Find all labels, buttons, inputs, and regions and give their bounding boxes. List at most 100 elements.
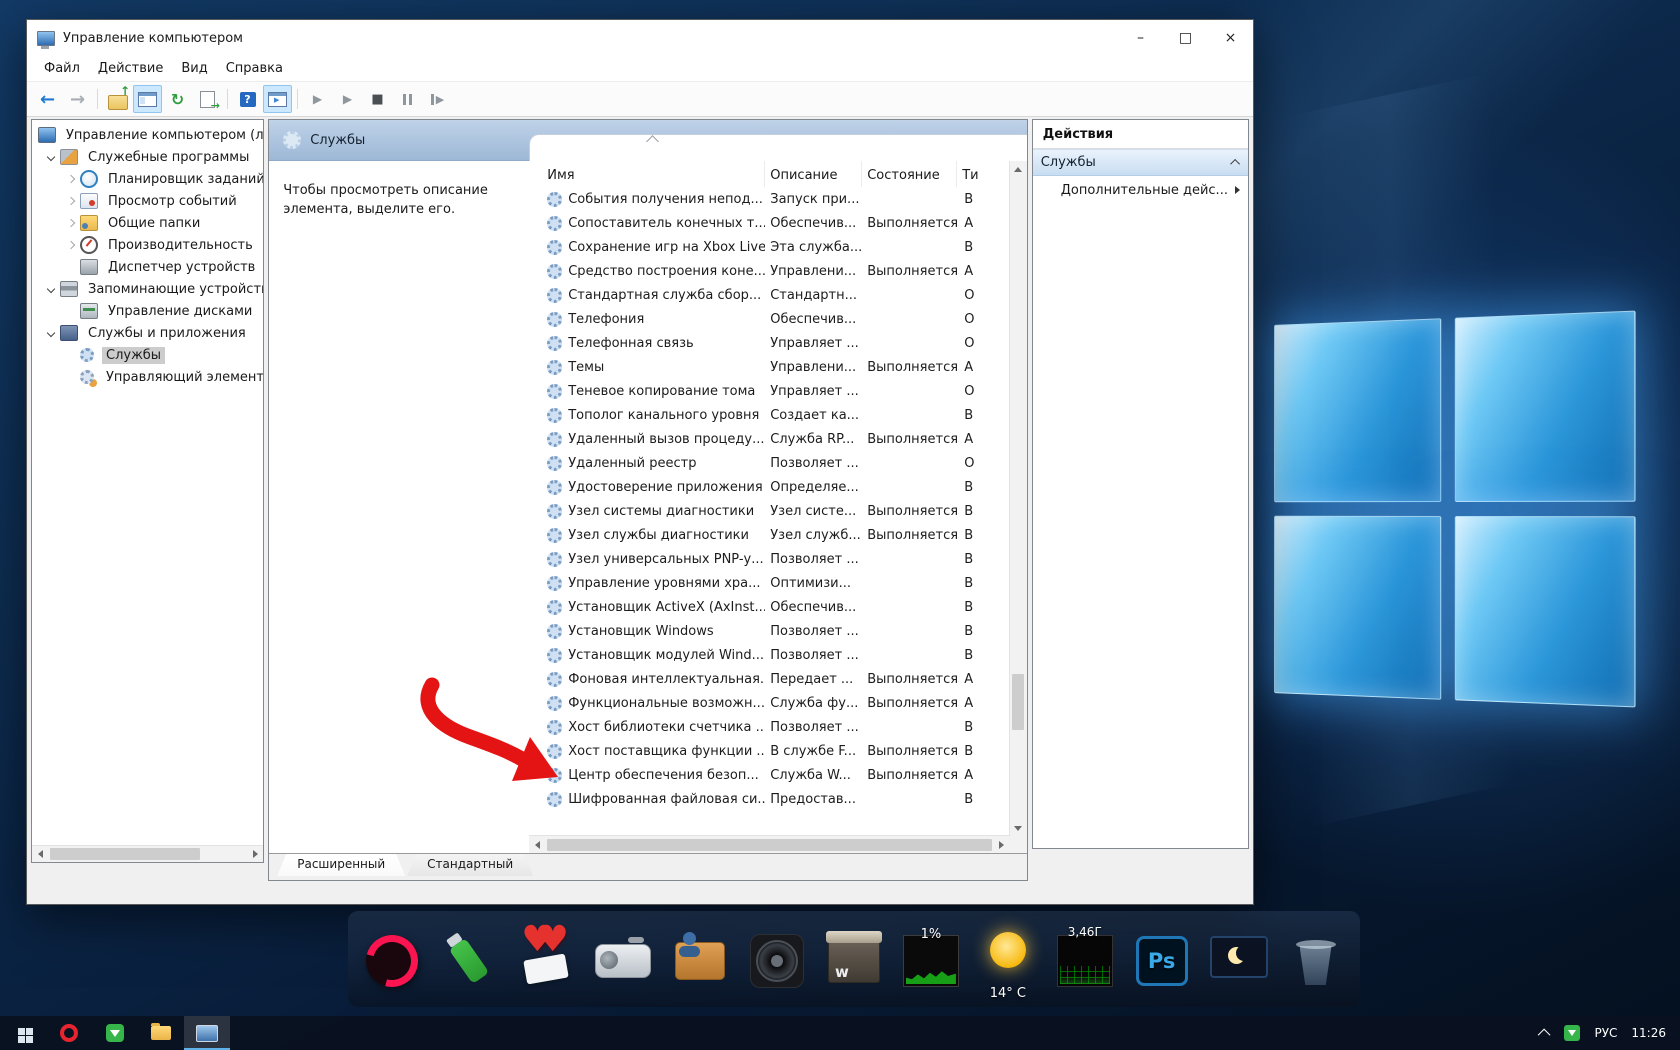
scroll-up-icon[interactable]	[1010, 161, 1026, 177]
clock[interactable]: 11:26	[1631, 1026, 1666, 1040]
expander-icon[interactable]	[62, 171, 80, 187]
stop-service-icon[interactable]	[363, 85, 392, 113]
service-row[interactable]: Удаленный вызов процеду... Служба RP... …	[529, 427, 1009, 451]
expander-icon[interactable]	[62, 303, 80, 319]
weather-dock-icon[interactable]: 14° C	[973, 915, 1043, 1007]
service-row[interactable]: Установщик ActiveX (AxInst... Обеспечив.…	[529, 595, 1009, 619]
service-row[interactable]: Функциональные возможн... Служба фу... В…	[529, 691, 1009, 715]
scroll-right-icon[interactable]	[994, 837, 1010, 853]
expander-icon[interactable]	[62, 259, 80, 275]
service-row[interactable]: Телефония Обеспечив... О	[529, 307, 1009, 331]
help-icon[interactable]: ?	[233, 85, 262, 113]
service-row[interactable]: Стандартная служба сбор... Стандартн... …	[529, 283, 1009, 307]
start-service-icon[interactable]	[303, 85, 332, 113]
collapse-icon[interactable]	[1230, 159, 1240, 169]
service-row[interactable]: Хост библиотеки счетчика ... Позволяет .…	[529, 715, 1009, 739]
camcorder-dock-icon[interactable]	[588, 915, 658, 1007]
scroll-left-icon[interactable]	[529, 837, 545, 853]
tree-item[interactable]: Службы и приложения	[32, 322, 263, 344]
service-row[interactable]: Центр обеспечения безоп... Служба W... В…	[529, 763, 1009, 787]
export-list-icon[interactable]	[193, 85, 222, 113]
resume-service-icon[interactable]	[333, 85, 362, 113]
close-button[interactable]: ×	[1208, 20, 1253, 56]
cpu-monitor-dock-icon[interactable]: 1%	[896, 915, 966, 1007]
language-indicator[interactable]: РУС	[1594, 1026, 1617, 1040]
chat-box-dock-icon[interactable]	[665, 915, 735, 1007]
expander-icon[interactable]	[62, 369, 80, 385]
tab-standard[interactable]: Стандартный	[407, 854, 533, 876]
pause-service-icon[interactable]	[393, 85, 422, 113]
opera-gx-dock-icon[interactable]	[357, 915, 427, 1007]
minimize-button[interactable]: –	[1118, 20, 1163, 56]
recycle-bin-dock-icon[interactable]	[1281, 915, 1351, 1007]
tree-item[interactable]: Производительность	[32, 234, 263, 256]
service-row[interactable]: Хост поставщика функции ... В службе F..…	[529, 739, 1009, 763]
column-header-description[interactable]: Описание	[765, 161, 862, 187]
column-header-startup-type[interactable]: Ти	[957, 161, 983, 187]
menu-item[interactable]: Справка	[217, 61, 292, 76]
scroll-down-icon[interactable]	[1010, 820, 1026, 836]
service-row[interactable]: Фоновая интеллектуальная... Передает ...…	[529, 667, 1009, 691]
title-bar[interactable]: Управление компьютером – □ ×	[27, 20, 1253, 56]
service-row[interactable]: Удаленный реестр Позволяет ... О	[529, 451, 1009, 475]
up-level-icon[interactable]	[103, 85, 132, 113]
tree-item[interactable]: Общие папки	[32, 212, 263, 234]
service-row[interactable]: Узел службы диагностики Узел служб... Вы…	[529, 523, 1009, 547]
photoshop-dock-icon[interactable]: Ps	[1127, 915, 1197, 1007]
scrollbar-thumb[interactable]	[50, 848, 200, 860]
file-explorer-taskbar-icon[interactable]	[138, 1016, 184, 1050]
column-header-name[interactable]: Имя	[543, 161, 765, 187]
service-row[interactable]: Установщик Windows Позволяет ... В	[529, 619, 1009, 643]
tree-horizontal-scrollbar[interactable]	[32, 845, 263, 862]
scrollbar-thumb[interactable]	[547, 839, 991, 851]
expander-icon[interactable]	[42, 281, 60, 297]
scroll-right-icon[interactable]	[247, 846, 263, 862]
menu-item[interactable]: Вид	[172, 61, 216, 76]
start-button[interactable]	[0, 1016, 46, 1050]
tree-item[interactable]: Управляющий элемент	[32, 366, 263, 388]
expander-icon[interactable]	[62, 237, 80, 253]
audio-speaker-dock-icon[interactable]	[742, 915, 812, 1007]
list-vertical-scrollbar[interactable]	[1009, 161, 1027, 836]
tree-item[interactable]: Служебные программы	[32, 146, 263, 168]
tree-item[interactable]: Службы	[32, 344, 263, 366]
tray-expand-icon[interactable]	[1538, 1028, 1551, 1041]
column-header-status[interactable]: Состояние	[862, 161, 957, 187]
list-horizontal-scrollbar[interactable]	[529, 835, 1009, 853]
service-row[interactable]: Средство построения коне... Управлени...…	[529, 259, 1009, 283]
service-row[interactable]: Телефонная связь Управляет ... О	[529, 331, 1009, 355]
opera-taskbar-icon[interactable]	[46, 1016, 92, 1050]
tree-item[interactable]: Планировщик заданий	[32, 168, 263, 190]
service-row[interactable]: Установщик модулей Wind... Позволяет ...…	[529, 643, 1009, 667]
archive-box-dock-icon[interactable]	[819, 915, 889, 1007]
service-row[interactable]: Узел универсальных PNP-у... Позволяет ..…	[529, 547, 1009, 571]
computer-management-taskbar-icon[interactable]	[184, 1016, 230, 1050]
mediaget-taskbar-icon[interactable]	[92, 1016, 138, 1050]
service-row[interactable]: События получения непод... Запуск при...…	[529, 187, 1009, 211]
expander-icon[interactable]	[62, 215, 80, 231]
tree-item[interactable]: Диспетчер устройств	[32, 256, 263, 278]
back-icon[interactable]	[33, 85, 62, 113]
menu-item[interactable]: Действие	[89, 61, 172, 76]
hearts-app-dock-icon[interactable]	[511, 915, 581, 1007]
show-console-tree-icon[interactable]	[133, 85, 162, 113]
scrollbar-thumb[interactable]	[1012, 674, 1024, 730]
actions-section-services[interactable]: Службы	[1033, 149, 1248, 176]
menu-item[interactable]: Файл	[35, 61, 89, 76]
maximize-button[interactable]: □	[1163, 20, 1208, 56]
tree-item[interactable]: Управление компьютером (ло	[32, 124, 263, 146]
service-row[interactable]: Шифрованная файловая си... Предостав... …	[529, 787, 1009, 811]
service-row[interactable]: Управление уровнями хра... Оптимизи... В	[529, 571, 1009, 595]
service-row[interactable]: Удостоверение приложения Определяе... В	[529, 475, 1009, 499]
expander-icon[interactable]	[62, 347, 80, 363]
expander-icon[interactable]	[42, 325, 60, 341]
service-row[interactable]: Узел системы диагностики Узел систе... В…	[529, 499, 1009, 523]
expander-icon[interactable]	[42, 149, 60, 165]
traffic-monitor-dock-icon[interactable]: 3,46Г	[1050, 915, 1120, 1007]
tray-mediaget-icon[interactable]	[1564, 1025, 1580, 1041]
expander-icon[interactable]	[62, 193, 80, 209]
restart-service-icon[interactable]	[423, 85, 452, 113]
scroll-left-icon[interactable]	[32, 846, 48, 862]
service-row[interactable]: Сохранение игр на Xbox Live Эта служба..…	[529, 235, 1009, 259]
service-row[interactable]: Теневое копирование тома Управляет ... О	[529, 379, 1009, 403]
